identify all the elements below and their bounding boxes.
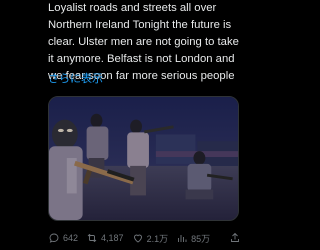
repost-icon bbox=[87, 233, 97, 243]
like-count: 2.1万 bbox=[146, 233, 169, 244]
tweet-actions: 642 4,187 2.1万 85万 bbox=[48, 229, 248, 247]
repost-button[interactable]: 4,187 bbox=[86, 232, 124, 244]
masked-men-photo bbox=[49, 97, 238, 220]
views-count: 85万 bbox=[191, 233, 211, 244]
heart-icon bbox=[133, 234, 142, 243]
tweet-text-line: it anymore. Belfast is not London and bbox=[48, 53, 235, 65]
repost-count: 4,187 bbox=[101, 233, 124, 243]
views-button[interactable]: 85万 bbox=[176, 232, 210, 245]
reply-icon bbox=[49, 233, 59, 243]
tweet-media-image[interactable] bbox=[48, 96, 239, 221]
tweet-text-line: clear. Ulster men are not going to take bbox=[48, 36, 239, 48]
reply-button[interactable]: 642 bbox=[48, 232, 78, 244]
reply-count: 642 bbox=[63, 233, 79, 243]
views-icon bbox=[178, 235, 187, 242]
like-button[interactable]: 2.1万 bbox=[132, 232, 169, 245]
share-button[interactable] bbox=[229, 232, 244, 244]
share-icon bbox=[231, 232, 239, 242]
tweet-text-line: Loyalist roads and streets all over bbox=[48, 2, 217, 14]
tweet-text-line: Northern Ireland Tonight the future is bbox=[48, 19, 232, 31]
show-more-link[interactable]: さらに表示 bbox=[48, 72, 103, 86]
